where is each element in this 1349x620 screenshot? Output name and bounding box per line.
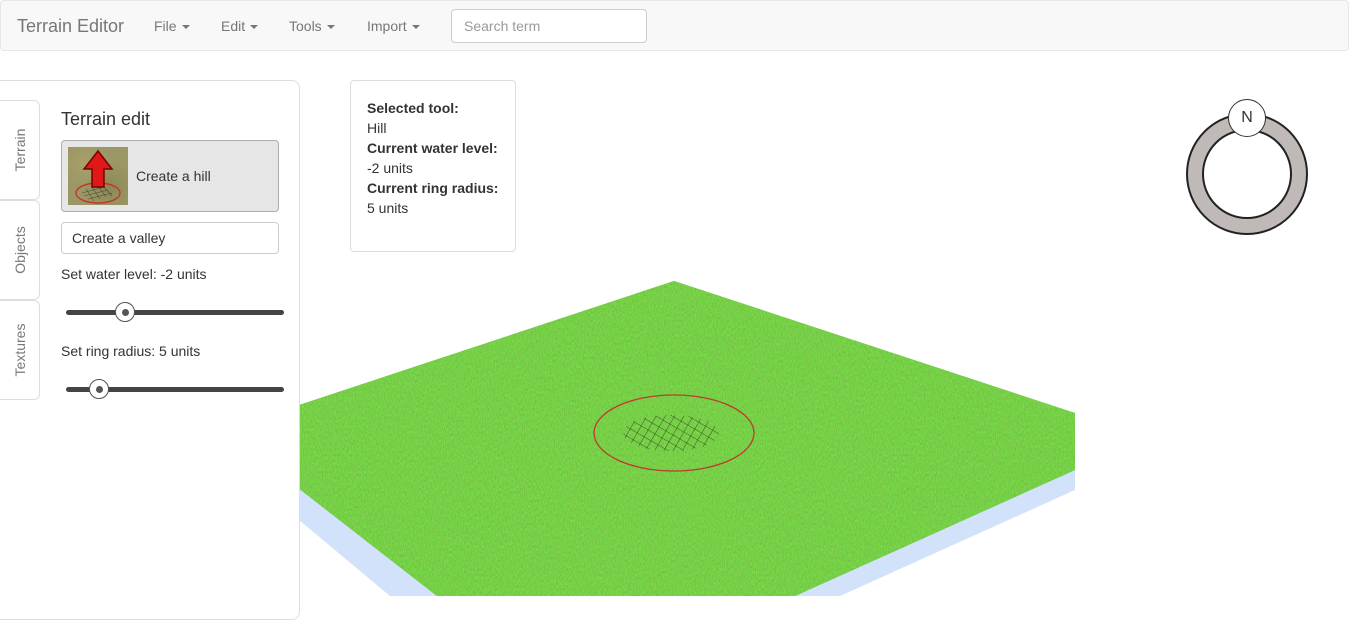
panel-title: Terrain edit xyxy=(61,109,151,129)
water-level-label: Set water level: -2 units xyxy=(61,266,207,282)
brush-ring xyxy=(593,394,755,472)
create-hill-label: Create a hill xyxy=(136,168,211,184)
water-level-slider[interactable] xyxy=(66,302,284,322)
terrain-grass-texture xyxy=(275,281,1075,596)
search-input[interactable] xyxy=(451,9,647,43)
water-level-value: -2 units xyxy=(367,160,413,176)
menu-tools-label: Tools xyxy=(289,18,322,34)
terrain-water-edge-right xyxy=(795,470,1075,596)
selected-tool-heading: Selected tool: xyxy=(367,100,459,116)
create-valley-button[interactable]: Create a valley xyxy=(61,222,279,254)
terrain-grass xyxy=(275,281,1075,596)
menu-edit-label: Edit xyxy=(221,18,246,34)
tab-objects-label: Objects xyxy=(11,226,28,274)
ring-radius-heading: Current ring radius: xyxy=(367,180,499,196)
tab-terrain-label: Terrain xyxy=(11,128,28,172)
chevron-down-icon xyxy=(250,25,259,30)
top-navbar: Terrain Editor File Edit Tools Import xyxy=(0,0,1349,51)
tab-terrain[interactable]: Terrain xyxy=(0,100,40,200)
menu-import-label: Import xyxy=(367,18,407,34)
brush-grid xyxy=(623,415,719,451)
menu-import[interactable]: Import xyxy=(367,18,420,34)
selected-tool-value: Hill xyxy=(367,120,387,136)
app-title[interactable]: Terrain Editor xyxy=(17,16,124,37)
tab-textures-label: Textures xyxy=(11,323,28,377)
water-level-heading: Current water level: xyxy=(367,140,498,156)
tab-objects[interactable]: Objects xyxy=(0,200,40,300)
chevron-down-icon xyxy=(326,25,335,30)
create-hill-button[interactable]: Create a hill xyxy=(61,140,279,212)
menu-file[interactable]: File xyxy=(154,18,190,34)
hill-icon xyxy=(68,147,128,205)
menu-file-label: File xyxy=(154,18,177,34)
ring-radius-value: 5 units xyxy=(367,200,409,216)
compass-face xyxy=(1202,129,1292,219)
info-box: Selected tool: Hill Current water level:… xyxy=(350,80,516,252)
compass-north-label: N xyxy=(1228,99,1266,137)
water-level-handle[interactable] xyxy=(114,302,135,322)
tab-textures[interactable]: Textures xyxy=(0,300,40,400)
menu-edit[interactable]: Edit xyxy=(221,18,259,34)
chevron-down-icon xyxy=(411,25,420,30)
ring-radius-slider[interactable] xyxy=(66,379,284,399)
ring-radius-handle[interactable] xyxy=(88,379,109,399)
chevron-down-icon xyxy=(181,25,190,30)
ring-radius-label: Set ring radius: 5 units xyxy=(61,343,201,359)
menu-tools[interactable]: Tools xyxy=(289,18,335,34)
